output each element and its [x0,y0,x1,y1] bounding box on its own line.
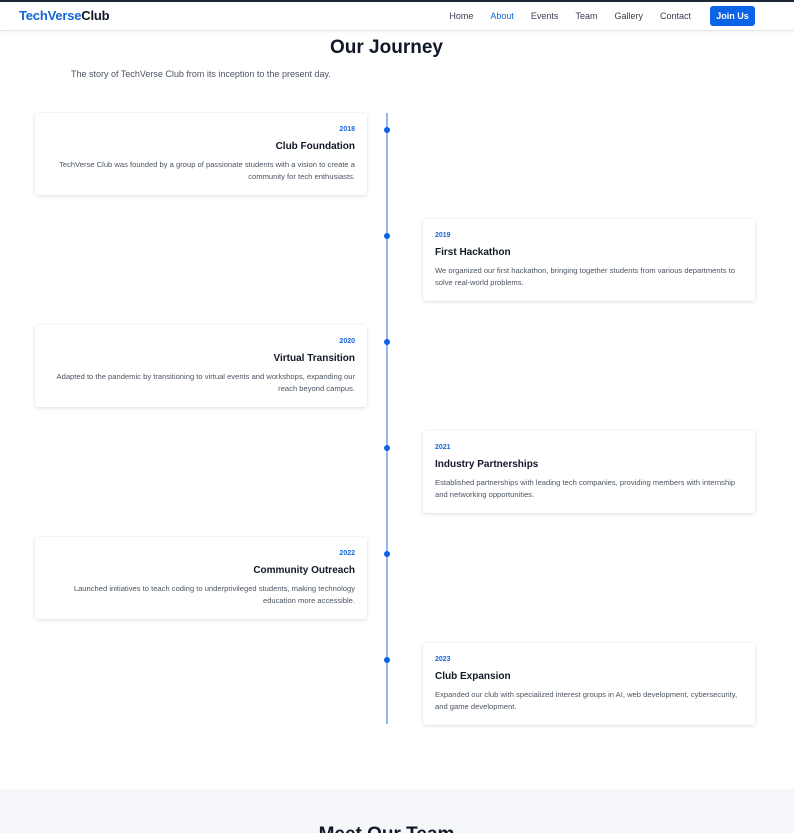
timeline-card-title: Club Expansion [435,671,511,682]
timeline-card-title: Community Outreach [253,565,355,576]
timeline-card-description: We organized our first hackathon, bringi… [435,266,735,287]
timeline-card-2022: 2022 Community Outreach Launched initiat… [35,537,367,619]
team-section: Meet Our Team [0,789,794,833]
timeline-year: 2023 [435,656,451,663]
timeline-card-description: Established partnerships with leading te… [435,478,736,499]
timeline-line [386,113,388,724]
timeline-dot [384,551,390,557]
timeline-card-2020: 2020 Virtual Transition Adapted to the p… [35,325,367,407]
timeline-dot [384,127,390,133]
nav-gallery-link[interactable]: Gallery [614,6,643,26]
journey-subtitle: The story of TechVerse Club from its inc… [71,69,331,79]
nav-links: Home About Events Team Gallery Contact J… [432,6,755,26]
nav-about-link[interactable]: About [490,6,514,26]
timeline-card-description: Adapted to the pandemic by transitioning… [56,372,355,393]
timeline-card-description: Launched initiatives to teach coding to … [73,584,355,605]
timeline-dot [384,657,390,663]
timeline-dot [384,233,390,239]
timeline-year: 2021 [435,444,451,451]
nav-events-link[interactable]: Events [531,6,559,26]
nav-home-link[interactable]: Home [449,6,473,26]
join-us-button[interactable]: Join Us [710,6,755,26]
brand-part1: TechVerse [19,8,82,23]
timeline-card-title: Club Foundation [275,141,355,152]
timeline-card-description: TechVerse Club was founded by a group of… [59,160,355,181]
timeline-card-2019: 2019 First Hackathon We organized our fi… [423,219,755,301]
timeline-card-title: Virtual Transition [273,353,356,364]
timeline-card-2021: 2021 Industry Partnerships Established p… [423,431,755,513]
journey-title: Our Journey [330,37,443,58]
timeline-card-2023: 2023 Club Expansion Expanded our club wi… [423,643,755,725]
nav-contact-link[interactable]: Contact [660,6,691,26]
timeline-dot [384,445,390,451]
nav-team-link[interactable]: Team [575,6,597,26]
timeline-year: 2020 [339,338,355,345]
brand-logo[interactable]: TechVerseClub [19,8,110,23]
timeline-card-title: First Hackathon [435,247,511,258]
timeline-card-2018: 2018 Club Foundation TechVerse Club was … [35,113,367,195]
navbar: TechVerseClub Home About Events Team Gal… [0,2,794,31]
timeline-dot [384,339,390,345]
timeline-year: 2019 [435,232,451,239]
team-section-title: Meet Our Team [0,824,773,833]
timeline-card-title: Industry Partnerships [435,459,539,470]
timeline-year: 2018 [339,126,355,133]
timeline-card-description: Expanded our club with specialized inter… [435,690,738,711]
timeline-year: 2022 [339,550,355,557]
brand-part2: Club [81,8,110,23]
